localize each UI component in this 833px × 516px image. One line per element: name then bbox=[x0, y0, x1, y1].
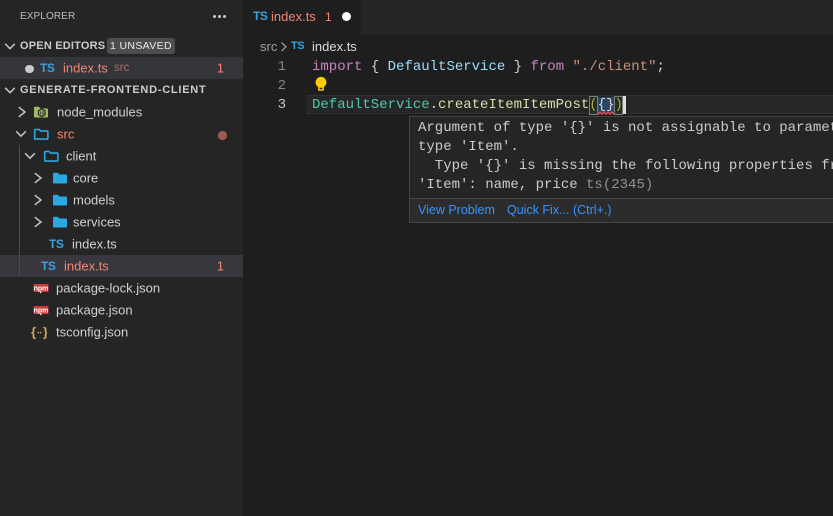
svg-text:}: } bbox=[43, 325, 47, 340]
svg-text:{: { bbox=[31, 325, 36, 340]
